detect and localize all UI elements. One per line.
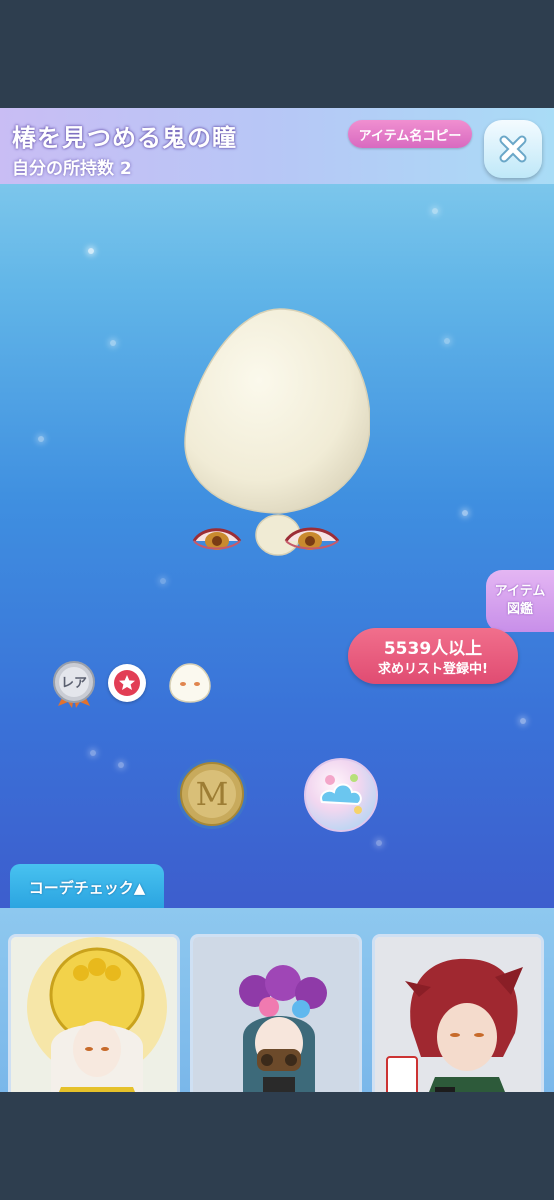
tab-coordinate-check[interactable]: コーデチェック▲ xyxy=(10,864,164,910)
coordinate-card-1[interactable] xyxy=(8,934,180,1092)
sparkle xyxy=(432,208,438,214)
status-bar-area xyxy=(0,0,554,108)
sparkle xyxy=(376,840,382,846)
cloud-coin-icon[interactable] xyxy=(304,758,378,832)
copy-name-button[interactable]: アイテム名コピー xyxy=(348,120,472,148)
sparkle xyxy=(38,436,44,442)
face-part-icon xyxy=(169,663,211,703)
encyclopedia-line1: アイテム xyxy=(494,584,546,599)
m-coin-icon[interactable]: M xyxy=(176,758,248,830)
item-preview-image xyxy=(184,308,370,556)
svg-text:M: M xyxy=(196,775,229,813)
close-x-icon xyxy=(499,135,527,163)
sparkle xyxy=(110,340,116,346)
item-header: 椿を見つめる鬼の瞳 自分の所持数 2 アイテム名コピー xyxy=(0,108,554,184)
wishlist-label: 求めリスト登録中! xyxy=(378,662,488,677)
rarity-label: レア xyxy=(61,676,87,691)
home-indicator-area xyxy=(0,1092,554,1200)
coordinate-card-3[interactable] xyxy=(372,934,544,1092)
red-hair-avatar xyxy=(375,937,541,1092)
sparkle xyxy=(520,718,526,724)
sparkle xyxy=(160,578,166,584)
close-button[interactable] xyxy=(484,120,542,178)
sparkle xyxy=(118,762,124,768)
favorite-star-badge[interactable] xyxy=(108,664,146,702)
item-title: 椿を見つめる鬼の瞳 xyxy=(12,124,237,152)
sparkle xyxy=(88,248,94,254)
gold-crown-avatar xyxy=(11,937,177,1092)
owned-count: 自分の所持数 2 xyxy=(12,159,132,179)
right-eye xyxy=(284,527,340,550)
sparkle xyxy=(90,750,96,756)
coordinate-card-2[interactable] xyxy=(190,934,362,1092)
rarity-badge: レア xyxy=(53,661,95,708)
flower-mask-avatar xyxy=(193,937,359,1092)
star-icon xyxy=(114,670,140,696)
wishlist-count: 5539人以上 xyxy=(383,639,483,659)
sparkle xyxy=(444,338,450,344)
item-encyclopedia-button[interactable]: アイテム 図鑑 xyxy=(486,570,554,632)
sparkle xyxy=(462,510,468,516)
encyclopedia-line2: 図鑑 xyxy=(506,602,533,617)
wishlist-badge[interactable]: 5539人以上 求めリスト登録中! xyxy=(348,628,518,684)
item-detail-screen: 椿を見つめる鬼の瞳 自分の所持数 2 アイテム名コピー アイテム 図鑑 レア 5… xyxy=(0,108,554,1092)
